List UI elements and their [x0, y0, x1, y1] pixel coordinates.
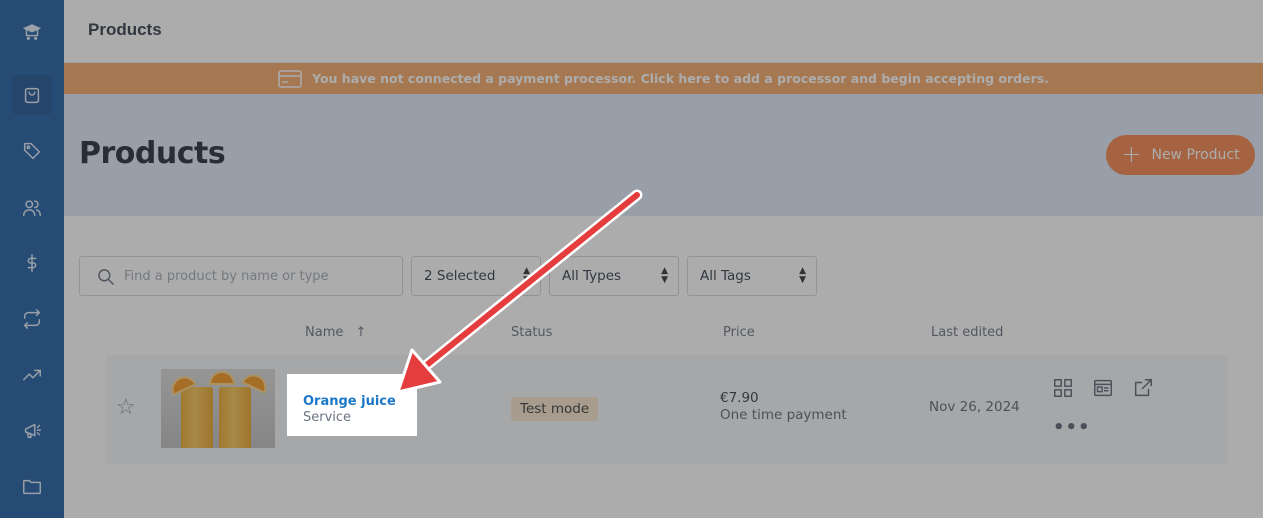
products-content: 2 Selected ▲▼ All Types ▲▼ All Tags ▲▼ N…: [64, 216, 1263, 518]
table-row[interactable]: ☆ Test mode €7.90 One time payment Nov 2…: [106, 355, 1228, 464]
sidebar: [0, 0, 64, 518]
tag-icon: [23, 142, 41, 160]
page-title: Products: [79, 136, 226, 171]
column-header-status: Status: [511, 325, 553, 340]
top-bar: Products: [64, 0, 1263, 63]
new-product-label: New Product: [1151, 147, 1240, 163]
credit-card-icon: [278, 69, 302, 88]
select-caret-icon: ▲ ▼: [661, 266, 668, 285]
page-header: Products + New Product: [64, 94, 1263, 216]
top-bar-title: Products: [88, 20, 162, 39]
select-caret-icon: ▲ ▼: [523, 266, 530, 285]
trending-icon: [23, 369, 41, 381]
search-input[interactable]: [124, 265, 394, 287]
megaphone-icon: [24, 423, 41, 439]
repeat-icon: [23, 309, 41, 329]
status-filter-value: 2 Selected: [424, 268, 496, 284]
type-filter-value: All Types: [562, 268, 622, 284]
banner-text[interactable]: You have not connected a payment process…: [312, 71, 1049, 86]
users-icon: [23, 200, 41, 217]
type-filter-select[interactable]: All Types ▲ ▼: [549, 256, 679, 296]
product-thumbnail[interactable]: [161, 369, 275, 448]
column-header-name[interactable]: Name ↑: [305, 325, 366, 340]
sidebar-item-orders[interactable]: [12, 243, 52, 283]
product-price: €7.90: [720, 390, 759, 406]
column-name-label: Name: [305, 325, 344, 340]
sidebar-item-customers[interactable]: [12, 188, 52, 228]
page-preview-icon[interactable]: [1092, 377, 1114, 399]
product-last-edited: Nov 26, 2024: [929, 399, 1020, 415]
sidebar-item-marketing[interactable]: [12, 411, 52, 451]
status-badge: Test mode: [511, 397, 599, 421]
sidebar-item-coupons[interactable]: [12, 131, 52, 171]
more-options-icon[interactable]: •••: [1053, 417, 1091, 438]
product-type: Service: [303, 410, 352, 425]
select-caret-icon: ▲ ▼: [799, 266, 806, 285]
logo-icon[interactable]: [12, 12, 52, 52]
search-icon: [98, 269, 115, 286]
sidebar-item-products[interactable]: [12, 75, 52, 115]
plus-icon: +: [1121, 140, 1142, 168]
product-name-link[interactable]: Orange juice: [303, 394, 396, 409]
payment-processor-banner[interactable]: You have not connected a payment process…: [64, 63, 1263, 94]
tag-filter-value: All Tags: [700, 268, 751, 284]
column-header-last-edited: Last edited: [931, 325, 1004, 340]
bag-icon: [24, 87, 40, 104]
folder-icon: [23, 479, 41, 495]
external-link-icon[interactable]: [1132, 377, 1154, 399]
dollar-icon: [27, 254, 37, 272]
sidebar-item-analytics[interactable]: [12, 355, 52, 395]
sort-arrow-icon: ↑: [355, 325, 367, 340]
star-icon[interactable]: ☆: [116, 395, 136, 420]
column-header-price: Price: [723, 325, 755, 340]
sidebar-item-files[interactable]: [12, 467, 52, 507]
tag-filter-select[interactable]: All Tags ▲ ▼: [687, 256, 817, 296]
new-product-button[interactable]: + New Product: [1106, 135, 1255, 175]
status-filter-select[interactable]: 2 Selected ▲ ▼: [411, 256, 541, 296]
sidebar-item-subscriptions[interactable]: [12, 299, 52, 339]
product-price-type: One time payment: [720, 407, 847, 423]
qr-grid-icon[interactable]: [1052, 377, 1074, 399]
search-field[interactable]: [79, 256, 403, 296]
product-name-highlight[interactable]: Orange juice Service: [287, 374, 417, 436]
